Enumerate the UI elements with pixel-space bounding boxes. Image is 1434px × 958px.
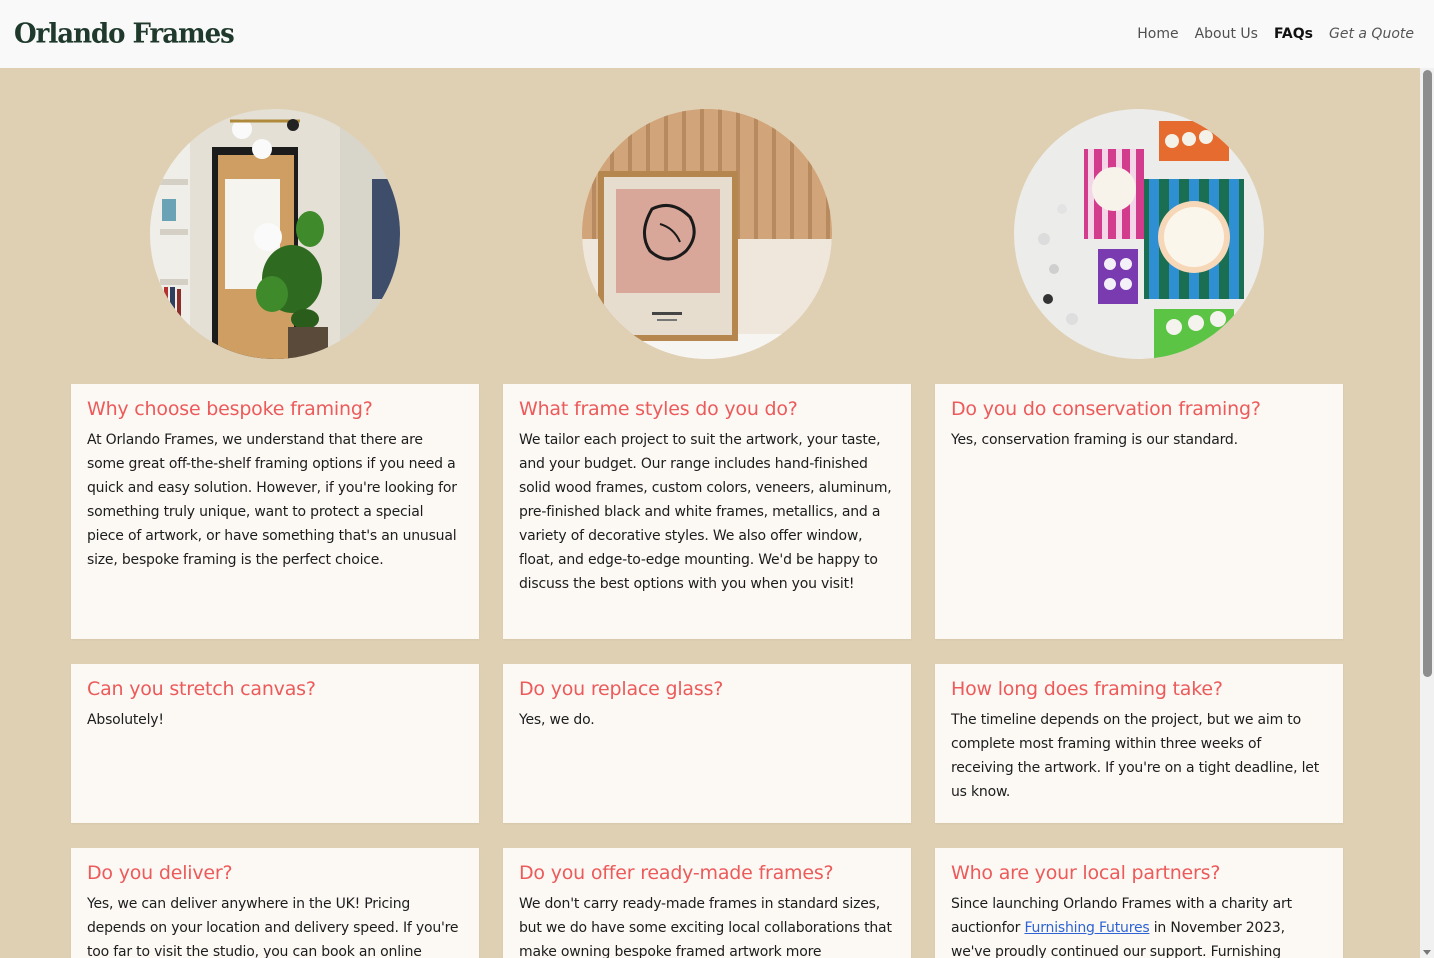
- faq-card-conservation: Do you do conservation framing? Yes, con…: [935, 384, 1343, 639]
- faq-card-bespoke: Why choose bespoke framing? At Orlando F…: [71, 384, 479, 639]
- faq-question: Why choose bespoke framing?: [87, 398, 373, 420]
- faq-question: Do you do conservation framing?: [951, 398, 1261, 420]
- faq-card-stretch-canvas: Can you stretch canvas? Absolutely!: [71, 664, 479, 823]
- faq-card-frame-styles: What frame styles do you do? We tailor e…: [503, 384, 911, 639]
- faq-answer: Absolutely!: [87, 712, 164, 728]
- nav-faqs[interactable]: FAQs: [1274, 26, 1313, 42]
- main-nav: Home About Us FAQs Get a Quote: [1137, 26, 1414, 42]
- image-row: [0, 109, 1420, 361]
- site-header: Orlando Frames Home About Us FAQs Get a …: [0, 0, 1434, 68]
- faq-answer: Since launching Orlando Frames with a ch…: [951, 892, 1327, 958]
- faq-question: Do you deliver?: [87, 862, 233, 884]
- faq-card-replace-glass: Do you replace glass? Yes, we do.: [503, 664, 911, 823]
- hallway-plant-photo: [150, 109, 400, 359]
- faq-answer: The timeline depends on the project, but…: [951, 712, 1319, 800]
- scrollbar-thumb[interactable]: [1423, 70, 1432, 677]
- nav-home[interactable]: Home: [1137, 26, 1178, 42]
- nav-about-us[interactable]: About Us: [1195, 26, 1258, 42]
- faq-question: Who are your local partners?: [951, 862, 1221, 884]
- faq-answer: Yes, conservation framing is our standar…: [951, 432, 1238, 448]
- faq-answer: Yes, we do.: [519, 712, 595, 728]
- framed-artwork-photo: [582, 109, 832, 359]
- faq-question: What frame styles do you do?: [519, 398, 798, 420]
- scroll-down-icon[interactable]: [1423, 950, 1431, 955]
- faq-card-ready-made: Do you offer ready-made frames? We don't…: [503, 848, 911, 958]
- faq-answer: We don't carry ready-made frames in stan…: [519, 896, 892, 958]
- faq-question: How long does framing take?: [951, 678, 1223, 700]
- gallery-wall-photo: [1014, 109, 1264, 359]
- site-logo[interactable]: Orlando Frames: [14, 18, 235, 50]
- faq-card-deliver: Do you deliver? Yes, we can deliver anyw…: [71, 848, 479, 958]
- faq-question: Can you stretch canvas?: [87, 678, 316, 700]
- faq-answer: Yes, we can deliver anywhere in the UK! …: [87, 896, 459, 958]
- faq-answer: We tailor each project to suit the artwo…: [519, 432, 892, 592]
- furnishing-futures-link[interactable]: Furnishing Futures: [1024, 920, 1149, 936]
- faq-question: Do you offer ready-made frames?: [519, 862, 834, 884]
- faq-card-local-partners: Who are your local partners? Since launc…: [935, 848, 1343, 958]
- faq-answer: At Orlando Frames, we understand that th…: [87, 432, 457, 568]
- nav-get-a-quote[interactable]: Get a Quote: [1329, 26, 1414, 42]
- faq-card-framing-time: How long does framing take? The timeline…: [935, 664, 1343, 823]
- faq-question: Do you replace glass?: [519, 678, 724, 700]
- page-scrollbar[interactable]: [1420, 68, 1434, 958]
